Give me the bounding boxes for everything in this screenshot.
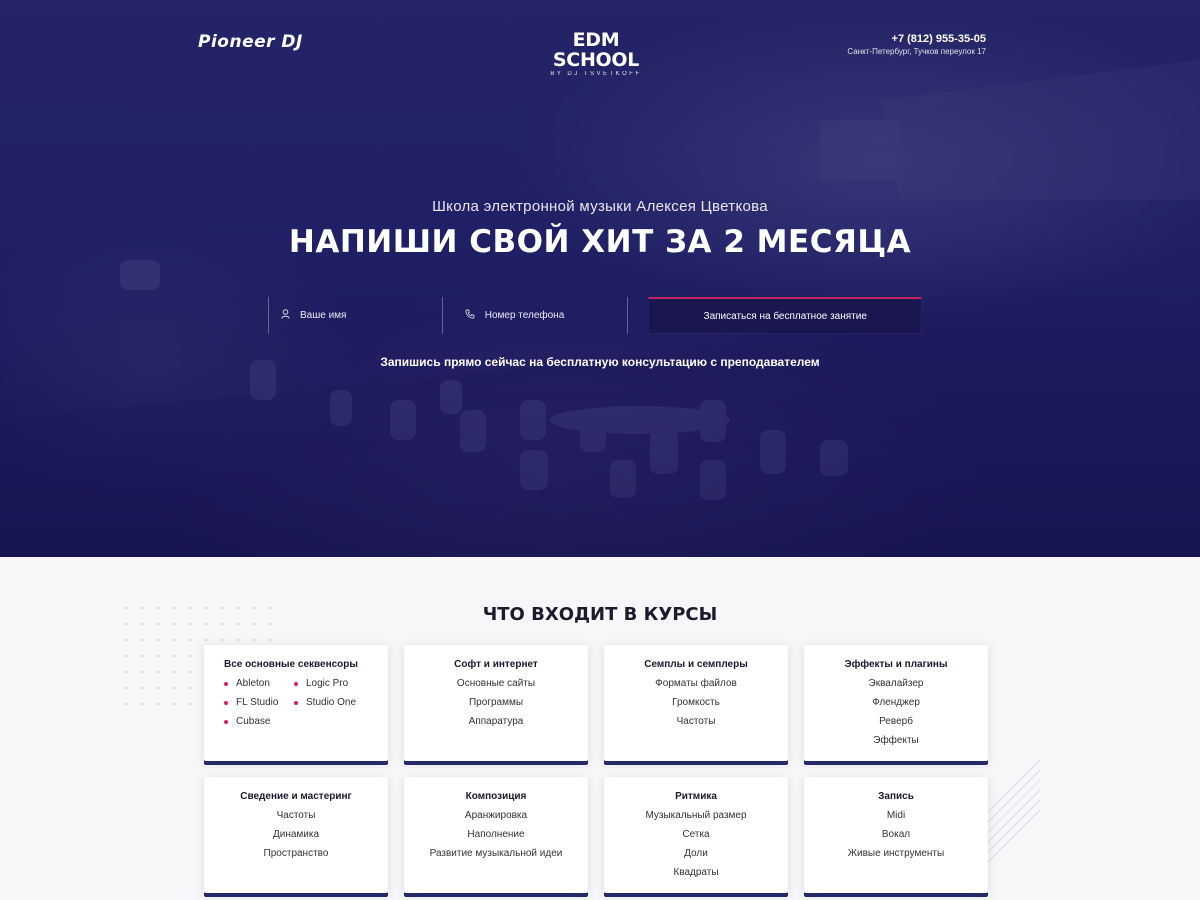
list-item: Наполнение xyxy=(467,829,525,840)
user-icon xyxy=(281,309,290,322)
course-card-title: Сведение и мастеринг xyxy=(240,791,352,802)
list-item: Квадраты xyxy=(673,867,719,878)
edm-school-logo[interactable]: EDM SCHOOL BY DJ TSVETKOFF xyxy=(528,30,664,78)
courses-title: ЧТО ВХОДИТ В КУРСЫ xyxy=(482,604,718,625)
list-item: Динамика xyxy=(272,829,320,840)
list-item: Громкость xyxy=(672,697,720,708)
list-item: Эффекты xyxy=(873,735,919,746)
course-card-title: Эффекты и плагины xyxy=(844,659,948,670)
header-phone[interactable]: +7 (812) 955-35-05 xyxy=(847,33,986,46)
name-input[interactable] xyxy=(300,310,420,321)
pioneer-dj-logo[interactable]: Pioneer DJ xyxy=(198,32,303,52)
phone-input[interactable] xyxy=(484,310,605,321)
course-card-title: Софт и интернет xyxy=(454,659,538,670)
list-item: Развитие музыкальной идеи xyxy=(429,848,563,859)
course-card-mixing[interactable]: Сведение и мастеринг Частоты Динамика Пр… xyxy=(204,777,388,893)
sequencer-list: Ableton Logic Pro FL Studio Studio One C… xyxy=(224,674,378,731)
header-contact: +7 (812) 955-35-05 Санкт-Петербург, Тучк… xyxy=(847,33,986,58)
list-item: Живые инструменты xyxy=(847,848,945,859)
list-item: Midi xyxy=(886,810,906,821)
list-item: Музыкальный размер xyxy=(645,810,747,821)
signup-button[interactable]: Записаться на бесплатное занятие xyxy=(648,297,922,334)
list-item: Logic Pro xyxy=(294,674,374,693)
phone-icon xyxy=(465,309,475,322)
list-item: Ableton xyxy=(224,674,294,693)
list-item: FL Studio xyxy=(224,693,294,712)
course-card-title: Все основные секвенсоры xyxy=(224,659,358,670)
course-card-samples[interactable]: Семплы и семплеры Форматы файлов Громкос… xyxy=(604,645,788,761)
course-card-software[interactable]: Софт и интернет Основные сайты Программы… xyxy=(404,645,588,761)
hero-overlay xyxy=(0,0,1200,557)
list-item: Частоты xyxy=(276,810,316,821)
list-item: Cubase xyxy=(224,712,294,731)
list-item: Доли xyxy=(684,848,708,859)
list-item: Аранжировка xyxy=(464,810,528,821)
list-item: Реверб xyxy=(879,716,913,727)
form-divider xyxy=(627,297,629,334)
hero-headline: НАПИШИ СВОЙ ХИТ ЗА 2 МЕСЯЦА xyxy=(288,224,912,260)
course-card-sequencers[interactable]: Все основные секвенсоры Ableton Logic Pr… xyxy=(204,645,388,761)
course-card-rhythm[interactable]: Ритмика Музыкальный размер Сетка Доли Кв… xyxy=(604,777,788,893)
list-item: Фленджер xyxy=(872,697,920,708)
list-item: Эквалайзер xyxy=(868,678,924,689)
course-card-title: Ритмика xyxy=(675,791,717,802)
list-item: Основные сайты xyxy=(456,678,536,689)
edm-school-logo-text: EDM SCHOOL xyxy=(552,29,640,71)
list-item: Сетка xyxy=(682,829,710,840)
course-card-recording[interactable]: Запись Midi Вокал Живые инструменты xyxy=(804,777,988,893)
course-card-title: Композиция xyxy=(465,791,527,802)
edm-school-logo-subtext: BY DJ TSVETKOFF xyxy=(550,71,642,77)
signup-form: Записаться на бесплатное занятие xyxy=(268,297,922,334)
courses-grid: Все основные секвенсоры Ableton Logic Pr… xyxy=(204,645,988,893)
hero-subtitle: Школа электронной музыки Алексея Цветков… xyxy=(432,198,768,215)
phone-field[interactable] xyxy=(441,297,628,334)
list-item: Вокал xyxy=(881,829,911,840)
list-item: Форматы файлов xyxy=(655,678,737,689)
cta-note: Запишись прямо сейчас на бесплатную конс… xyxy=(380,355,820,369)
list-item: Studio One xyxy=(294,693,374,712)
list-item: Программы xyxy=(468,697,524,708)
course-card-title: Запись xyxy=(878,791,914,802)
course-card-composition[interactable]: Композиция Аранжировка Наполнение Развит… xyxy=(404,777,588,893)
hero-section: Pioneer DJ EDM SCHOOL BY DJ TSVETKOFF +7… xyxy=(0,0,1200,557)
course-card-title: Семплы и семплеры xyxy=(644,659,748,670)
header-address: Санкт-Петербург, Тучков переулок 17 xyxy=(847,47,986,56)
course-card-effects[interactable]: Эффекты и плагины Эквалайзер Фленджер Ре… xyxy=(804,645,988,761)
list-item: Аппаратура xyxy=(468,716,524,727)
list-item: Частоты xyxy=(676,716,716,727)
list-item: Пространство xyxy=(263,848,329,859)
name-field[interactable] xyxy=(268,297,442,334)
